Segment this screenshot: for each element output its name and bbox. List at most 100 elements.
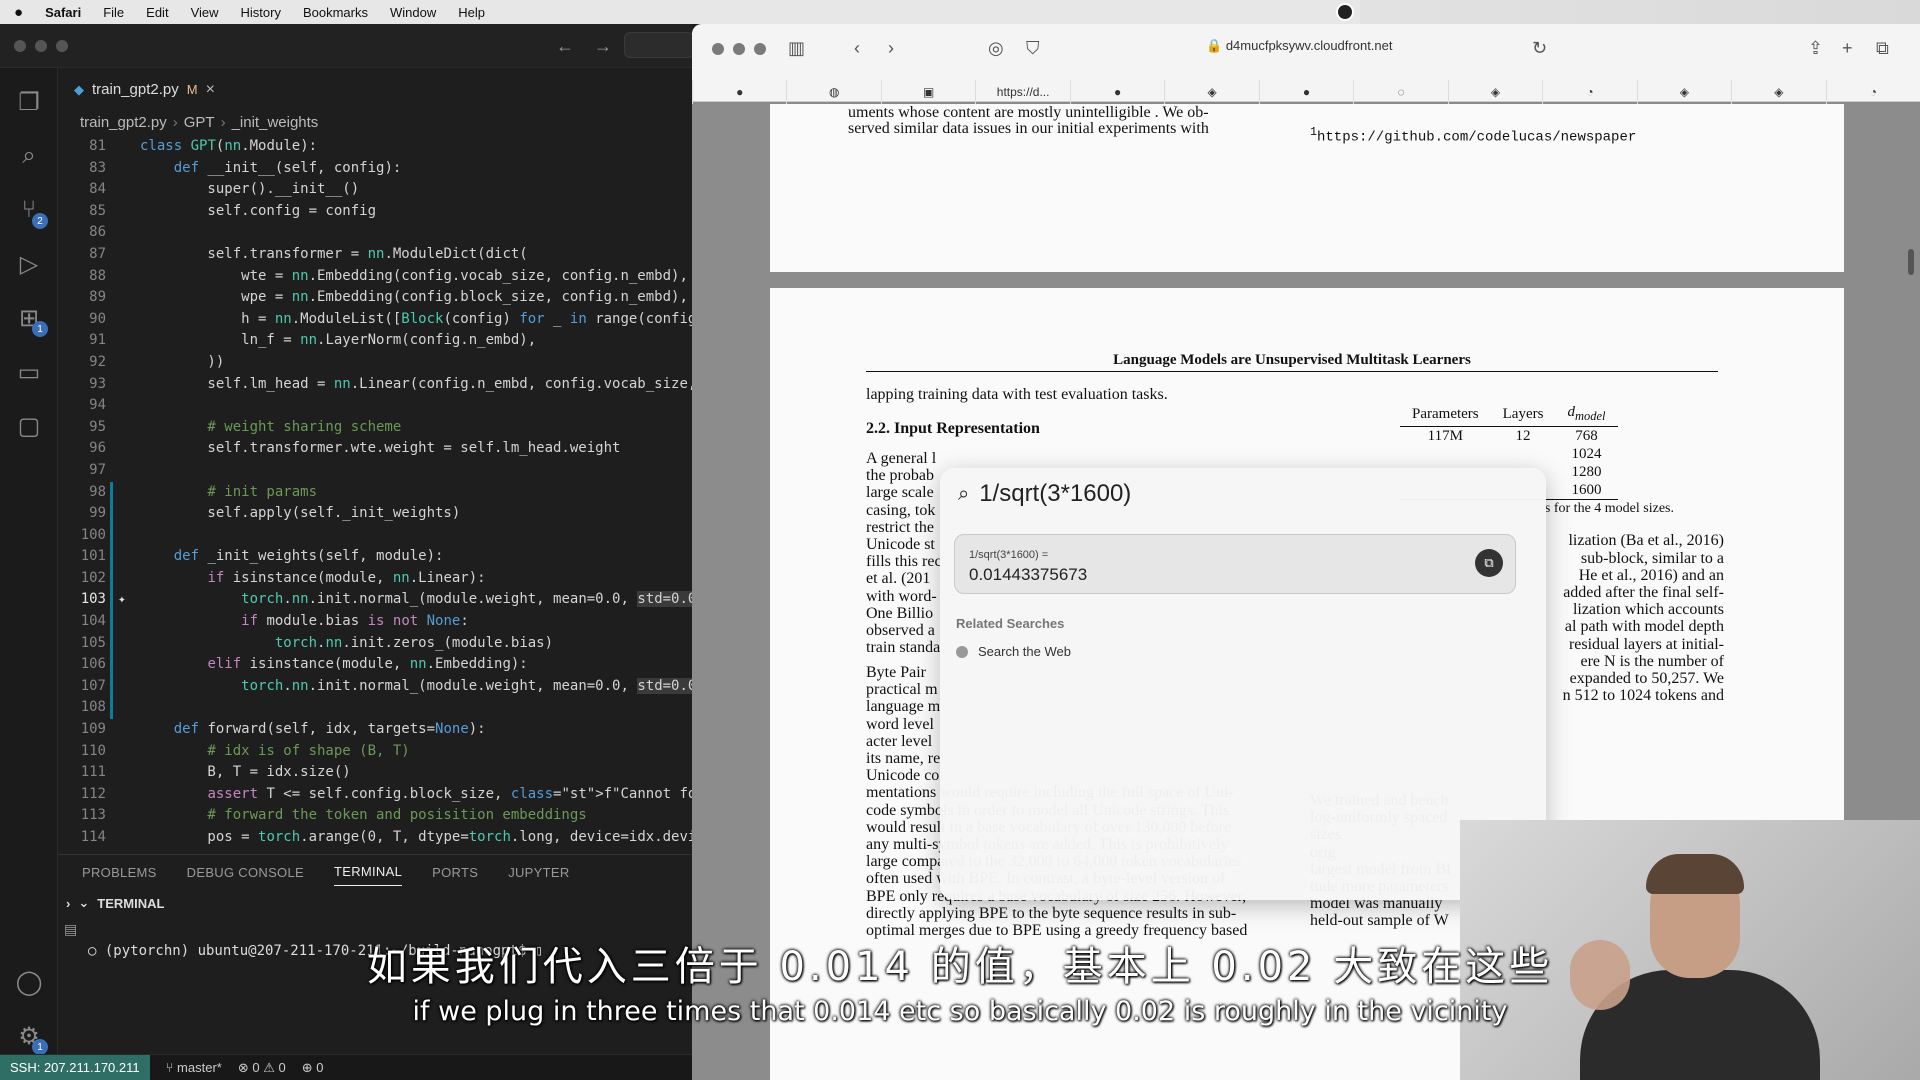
tab-github[interactable]: ● bbox=[692, 80, 786, 104]
window-controls[interactable] bbox=[712, 43, 766, 55]
close-tab-icon[interactable]: × bbox=[206, 81, 215, 99]
code-line[interactable]: 92 )) bbox=[58, 352, 692, 374]
tab-9[interactable]: ◈ bbox=[1447, 80, 1542, 104]
git-branch[interactable]: ⑂ master* bbox=[166, 1060, 222, 1075]
chat-icon[interactable]: ▢ bbox=[13, 410, 45, 442]
tab-jupyter[interactable]: JUPYTER bbox=[508, 865, 569, 880]
share-icon[interactable]: ⇪ bbox=[1808, 38, 1823, 59]
menu-help[interactable]: Help bbox=[458, 5, 485, 20]
tab-debug-console[interactable]: DEBUG CONSOLE bbox=[187, 865, 304, 880]
remote-ssh-indicator[interactable]: SSH: 207.211.170.211 bbox=[0, 1054, 150, 1080]
code-line[interactable]: 111 B, T = idx.size() bbox=[58, 762, 692, 784]
window-controls[interactable] bbox=[14, 39, 68, 52]
git-change-indicator[interactable] bbox=[110, 481, 113, 720]
source-control-icon[interactable]: ⑂ 2 bbox=[13, 194, 48, 229]
command-center[interactable] bbox=[624, 32, 694, 58]
tab-github-2[interactable]: ● bbox=[1069, 80, 1164, 104]
code-line[interactable]: 95 # weight sharing scheme bbox=[58, 417, 692, 439]
code-line[interactable]: 105 torch.nn.init.zeros_(module.bias) bbox=[58, 633, 692, 655]
code-line[interactable]: 110 # idx is of shape (B, T) bbox=[58, 741, 692, 763]
tab-4[interactable]: https://d... bbox=[975, 80, 1069, 104]
tab-ports[interactable]: PORTS bbox=[432, 865, 478, 880]
search-icon[interactable]: ⌕ bbox=[13, 140, 45, 172]
back-arrow-icon[interactable]: ← bbox=[556, 36, 574, 57]
code-line[interactable]: 96 self.transformer.wte.weight = self.lm… bbox=[58, 438, 692, 460]
code-line[interactable]: 97 bbox=[58, 460, 692, 482]
code-line[interactable]: 93 self.lm_head = nn.Linear(config.n_emb… bbox=[58, 374, 692, 396]
new-tab-icon[interactable]: + bbox=[1842, 38, 1853, 59]
spotlight-search[interactable]: ⌕ 1/sqrt(3*1600) bbox=[958, 480, 1131, 508]
code-line[interactable]: 91 ln_f = nn.LayerNorm(config.n_embd), bbox=[58, 330, 692, 352]
menu-history[interactable]: History bbox=[241, 5, 281, 20]
tab-12[interactable]: ◈ bbox=[1731, 80, 1825, 104]
code-line[interactable]: 102 if isinstance(module, nn.Linear): bbox=[58, 568, 692, 590]
code-line[interactable]: 89 wpe = nn.Embedding(config.block_size,… bbox=[58, 287, 692, 309]
chevron-right-icon[interactable]: › bbox=[66, 896, 70, 911]
code-line[interactable]: 90 h = nn.ModuleList([Block(config) for … bbox=[58, 309, 692, 331]
tab-13[interactable]: ◔ bbox=[1825, 80, 1920, 104]
tab-11[interactable]: ◈ bbox=[1636, 80, 1731, 104]
calculator-result[interactable]: 1/sqrt(3*1600) = 0.01443375673 ⧉ bbox=[954, 534, 1516, 594]
menu-window[interactable]: Window bbox=[390, 5, 436, 20]
tab-terminal[interactable]: TERMINAL bbox=[333, 864, 403, 886]
breadcrumb-class[interactable]: GPT bbox=[184, 114, 215, 131]
menu-app-name[interactable]: Safari bbox=[45, 5, 81, 20]
tab-3[interactable]: ▣ bbox=[880, 80, 975, 104]
tab-6[interactable]: ◈ bbox=[1164, 80, 1258, 104]
menu-edit[interactable]: Edit bbox=[146, 5, 168, 20]
code-line[interactable]: 112 assert T <= self.config.block_size, … bbox=[58, 784, 692, 806]
menu-file[interactable]: File bbox=[103, 5, 124, 20]
copy-icon[interactable]: ⧉ bbox=[1475, 549, 1503, 577]
code-line[interactable]: 85 self.config = config bbox=[58, 201, 692, 223]
code-line[interactable]: 113 # forward the token and posisition e… bbox=[58, 805, 692, 827]
tab-2[interactable]: ◍ bbox=[786, 80, 880, 104]
code-line[interactable]: 106 elif isinstance(module, nn.Embedding… bbox=[58, 654, 692, 676]
reload-icon[interactable]: ↻ bbox=[1532, 38, 1547, 59]
remote-explorer-icon[interactable]: ▭ bbox=[13, 356, 45, 388]
code-line[interactable]: 88 wte = nn.Embedding(config.vocab_size,… bbox=[58, 266, 692, 288]
code-line[interactable]: 103 torch.nn.init.normal_(module.weight,… bbox=[58, 589, 692, 611]
breadcrumb-file[interactable]: train_gpt2.py bbox=[80, 114, 167, 131]
terminal-header[interactable]: › ⌄ TERMINAL bbox=[58, 889, 692, 917]
footnote-link[interactable]: 1https://github.com/codelucas/newspaper bbox=[1310, 122, 1636, 149]
address-bar[interactable]: 🔒 d4mucfpksywv.cloudfront.net bbox=[1206, 38, 1392, 54]
menu-view[interactable]: View bbox=[191, 5, 219, 20]
code-line[interactable]: 81 class GPT(nn.Module): bbox=[58, 136, 692, 158]
tab-problems[interactable]: PROBLEMS bbox=[82, 865, 157, 880]
privacy-icon[interactable]: ◎ bbox=[988, 38, 1004, 59]
breadcrumb-method[interactable]: _init_weights bbox=[232, 114, 319, 131]
tab-8[interactable]: ◌ bbox=[1353, 80, 1447, 104]
code-line[interactable]: 104 if module.bias is not None: bbox=[58, 611, 692, 633]
code-line[interactable]: 94 bbox=[58, 395, 692, 417]
code-editor[interactable]: 81 class GPT(nn.Module): 83 def __init__(s… bbox=[58, 136, 692, 852]
menu-bookmarks[interactable]: Bookmarks bbox=[303, 5, 368, 20]
problems-count[interactable]: ⊗ 0 ⚠ 0 bbox=[238, 1060, 286, 1076]
forward-arrow-icon[interactable]: → bbox=[594, 36, 612, 57]
tab-train-gpt2[interactable]: ◆ train_gpt2.py M × bbox=[58, 68, 231, 110]
apple-icon[interactable]: ● bbox=[14, 4, 23, 21]
code-line[interactable]: 84 super().__init__() bbox=[58, 179, 692, 201]
code-line[interactable]: 101 def _init_weights(self, module): bbox=[58, 546, 692, 568]
code-line[interactable]: 107 torch.nn.init.normal_(module.weight,… bbox=[58, 676, 692, 698]
tab-overview-icon[interactable]: ⧉ bbox=[1876, 38, 1889, 59]
tab-github-3[interactable]: ● bbox=[1258, 80, 1353, 104]
scrollbar-thumb[interactable] bbox=[1908, 249, 1914, 275]
code-line[interactable]: 109 def forward(self, idx, targets=None)… bbox=[58, 719, 692, 741]
search-web-item[interactable]: Search the Web bbox=[956, 644, 1071, 659]
back-icon[interactable]: ‹ bbox=[854, 38, 860, 59]
code-line[interactable]: 98 # init params bbox=[58, 482, 692, 504]
forward-icon[interactable]: › bbox=[888, 38, 894, 59]
code-line[interactable]: 99 self.apply(self._init_weights) bbox=[58, 503, 692, 525]
extensions-icon[interactable]: ⊞ 1 bbox=[13, 302, 48, 337]
shield-icon[interactable]: ⛉ bbox=[1026, 38, 1040, 59]
sidebar-icon[interactable]: ▥ bbox=[788, 38, 805, 59]
code-line[interactable]: 83 def __init__(self, config): bbox=[58, 158, 692, 180]
control-center-icon[interactable] bbox=[1336, 3, 1354, 21]
code-line[interactable]: 114 pos = torch.arange(0, T, dtype=torch… bbox=[58, 827, 692, 849]
run-debug-icon[interactable]: ▷ bbox=[13, 248, 45, 280]
explorer-icon[interactable]: ❐ bbox=[13, 86, 45, 118]
code-line[interactable]: 87 self.transformer = nn.ModuleDict(dict… bbox=[58, 244, 692, 266]
chevron-down-icon[interactable]: ⌄ bbox=[78, 895, 89, 911]
copilot-sparkle-icon[interactable]: ✦ bbox=[118, 589, 126, 611]
code-line[interactable]: 108 bbox=[58, 697, 692, 719]
